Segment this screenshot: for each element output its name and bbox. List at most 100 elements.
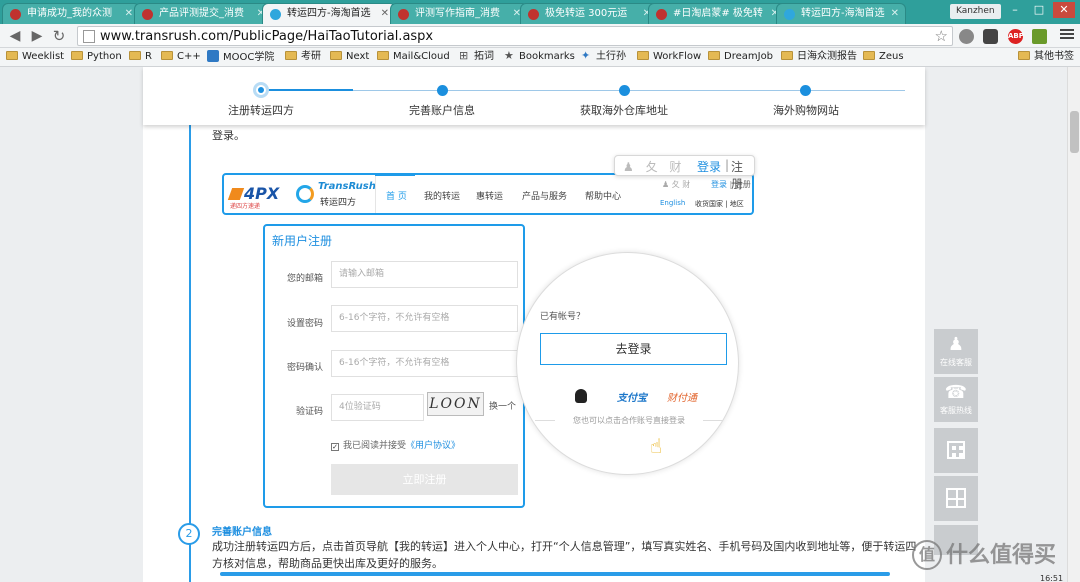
- back-arrow-icon[interactable]: ◀: [6, 27, 24, 45]
- bookmark-label: 拓词: [474, 51, 494, 62]
- forward-arrow-icon[interactable]: ▶: [28, 27, 46, 45]
- mooc-icon: [207, 50, 219, 62]
- bookmark-item[interactable]: Python: [71, 50, 122, 64]
- step-dot-4[interactable]: [800, 85, 811, 96]
- extension-icon[interactable]: [959, 29, 974, 44]
- tab-3[interactable]: 评测写作指南_消费 ✕: [390, 3, 528, 24]
- bookmark-item[interactable]: Mail&Cloud: [377, 50, 450, 64]
- agreement-checkbox-row[interactable]: ✓ 我已阅读并接受《用户协议》: [331, 438, 460, 451]
- bookmark-star-icon[interactable]: ☆: [935, 27, 948, 45]
- site-nav-hui[interactable]: 惠转运: [476, 189, 503, 202]
- bookmark-item[interactable]: Zeus: [863, 50, 904, 64]
- partner-login-tip: 您也可以点击合作账号直接登录: [573, 416, 685, 425]
- float-label: 客服热线: [940, 406, 972, 415]
- bookmark-item-other[interactable]: 其他书签: [1018, 50, 1074, 64]
- address-bar[interactable]: www.transrush.com/PublicPage/HaiTaoTutor…: [77, 26, 953, 46]
- tab-6[interactable]: 转运四方-海淘首选 ✕: [776, 3, 906, 24]
- tab-1[interactable]: 产品评测提交_消费 ✕: [134, 3, 272, 24]
- tab-4[interactable]: 极免转运 300元运 ✕: [520, 3, 658, 24]
- url-text[interactable]: www.transrush.com/PublicPage/HaiTaoTutor…: [100, 28, 433, 46]
- close-window-icon[interactable]: ✕: [1053, 2, 1075, 18]
- calculator-button[interactable]: [934, 476, 978, 521]
- confirm-password-field[interactable]: 6-16个字符，不允许有空格: [331, 350, 518, 377]
- step-label-1[interactable]: 注册转运四方: [228, 102, 294, 118]
- bookmarks-bar: Weeklist Python R C++ MOOC学院 考研 Next Mai…: [0, 48, 1080, 67]
- email-field[interactable]: 请输入邮箱: [331, 261, 518, 288]
- bookmark-item[interactable]: ✦ 土行孙: [581, 50, 626, 64]
- step-dot-3[interactable]: [619, 85, 630, 96]
- bookmark-item[interactable]: MOOC学院: [207, 50, 274, 65]
- captcha-field[interactable]: 4位验证码: [331, 394, 424, 421]
- menu-icon[interactable]: [1060, 27, 1074, 41]
- site-favicon-icon: [656, 9, 667, 20]
- qq-login-icon[interactable]: [575, 389, 587, 403]
- login-link[interactable]: 登录: [697, 158, 721, 175]
- tab-2-active[interactable]: 转运四方-海淘首选 ✕: [262, 3, 396, 24]
- minimize-icon[interactable]: –: [1004, 2, 1026, 18]
- tab-title: 申请成功_我的众测: [27, 8, 112, 19]
- captcha-image[interactable]: LOON: [427, 392, 484, 416]
- bookmark-item[interactable]: 日海众测报告: [781, 50, 857, 64]
- bookmark-item[interactable]: DreamJob: [708, 50, 773, 64]
- bookmark-item[interactable]: WorkFlow: [637, 50, 701, 64]
- extension-icon[interactable]: [1032, 29, 1047, 44]
- bookmark-item[interactable]: 考研: [285, 50, 321, 64]
- bookmark-item[interactable]: R: [129, 50, 152, 64]
- step-line-active: [261, 89, 353, 91]
- close-tab-icon[interactable]: ✕: [891, 4, 899, 24]
- adblock-icon[interactable]: ABP: [1008, 29, 1024, 44]
- system-clock: 16:51: [1040, 574, 1064, 582]
- user-agreement-link[interactable]: 《用户协议》: [406, 441, 460, 451]
- go-login-button[interactable]: 去登录: [540, 333, 727, 365]
- site-header-screenshot: 4PX 递四方速递 TransRush 转运四方 首 页 我的转运 惠转运 产品与…: [222, 173, 754, 215]
- 4px-wing-icon: [227, 188, 245, 200]
- site-icon: ✦: [581, 49, 591, 62]
- bookmark-item[interactable]: Weeklist: [6, 50, 64, 64]
- page-viewport: 注册转运四方 完善账户信息 获取海外仓库地址 海外购物网站 登录。 ♟ 夂 财 …: [0, 67, 1067, 582]
- tenpay-login-icon[interactable]: 财付通: [667, 389, 697, 404]
- service-hotline-button[interactable]: ☎ 客服热线: [934, 377, 978, 422]
- bookmark-item[interactable]: Next: [330, 50, 369, 64]
- bookmark-item[interactable]: ⊞ 拓词: [459, 50, 494, 64]
- maximize-icon[interactable]: □: [1028, 2, 1050, 18]
- password-field[interactable]: 6-16个字符，不允许有空格: [331, 305, 518, 332]
- step-label-4[interactable]: 海外购物网站: [773, 102, 839, 118]
- page-scrollbar[interactable]: [1067, 67, 1080, 582]
- bookmark-label: Bookmarks: [519, 51, 575, 62]
- bookmark-item[interactable]: ★ Bookmarks: [504, 50, 575, 64]
- country-selector[interactable]: 收货国家 | 地区: [695, 199, 744, 209]
- bookmark-label: 日海众测报告: [797, 51, 857, 62]
- tab-0[interactable]: 申请成功_我的众测 ✕: [2, 3, 140, 24]
- tab-5[interactable]: #日淘启蒙# 极免转 ✕: [648, 3, 786, 24]
- refresh-captcha-link[interactable]: 换一个: [489, 399, 516, 412]
- close-tab-icon[interactable]: ✕: [381, 4, 389, 24]
- agreement-text: 我已阅读并接受: [343, 441, 407, 451]
- close-tab-icon[interactable]: ✕: [125, 4, 133, 24]
- bookmark-label: 考研: [301, 51, 321, 62]
- step-label-2[interactable]: 完善账户信息: [409, 102, 475, 118]
- site-nav-products[interactable]: 产品与服务: [522, 189, 567, 202]
- checkbox-checked-icon[interactable]: ✓: [331, 443, 339, 451]
- reload-icon[interactable]: ↻: [50, 27, 68, 45]
- site-nav-my-transfer[interactable]: 我的转运: [424, 189, 460, 202]
- login-zoom-circle: 已有帐号？ 去登录 支付宝 财付通 您也可以点击合作账号直接登录 ☝: [516, 252, 739, 475]
- step-dot-2[interactable]: [437, 85, 448, 96]
- divider: |: [725, 158, 730, 172]
- online-service-button[interactable]: ♟ 在线客服: [934, 329, 978, 374]
- step-label-3[interactable]: 获取海外仓库地址: [580, 102, 668, 118]
- language-english[interactable]: English: [660, 199, 685, 207]
- register-link[interactable]: 注册: [731, 158, 754, 192]
- site-nav-help[interactable]: 帮助中心: [585, 189, 621, 202]
- step-dot-1[interactable]: [253, 82, 269, 98]
- register-submit-button[interactable]: 立即注册: [331, 464, 518, 495]
- extension-icon[interactable]: [983, 29, 998, 44]
- scrollbar-thumb[interactable]: [1070, 111, 1079, 153]
- tab-title: 极免转运 300元运: [545, 8, 628, 19]
- profile-badge[interactable]: Kanzhen: [950, 4, 1001, 19]
- bookmark-item[interactable]: C++: [161, 50, 201, 64]
- site-nav-home[interactable]: 首 页: [386, 189, 407, 202]
- qrcode-button[interactable]: [934, 428, 978, 473]
- mini-login-text[interactable]: 登录: [711, 180, 727, 189]
- star-icon: ★: [504, 49, 514, 62]
- alipay-login-icon[interactable]: 支付宝: [617, 389, 647, 404]
